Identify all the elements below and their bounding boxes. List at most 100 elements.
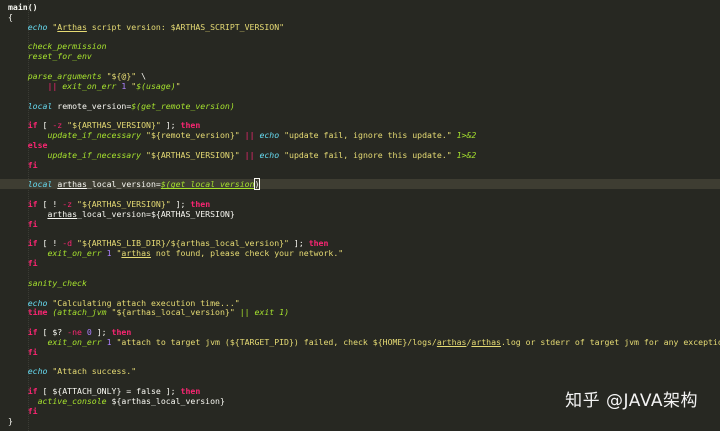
code-editor[interactable]: main(){ echo "Arthas script version: $AR…: [0, 0, 720, 431]
code-line[interactable]: check_permission: [0, 41, 720, 51]
code-line[interactable]: local remote_version=$(get_remote_versio…: [0, 101, 720, 111]
code-token: echo: [259, 130, 280, 141]
code-line[interactable]: [0, 91, 720, 101]
code-token: [ $?: [37, 327, 68, 338]
code-token: ": [47, 21, 58, 32]
code-line[interactable]: fi: [0, 258, 720, 268]
code-token: exit_on_err: [47, 248, 102, 259]
code-line[interactable]: update_if_necessary "${ARTHAS_VERSION}" …: [0, 150, 720, 160]
code-line[interactable]: update_if_necessary "${remote_version}" …: [0, 130, 720, 140]
code-line[interactable]: if [ ! -d "${ARTHAS_LIB_DIR}/${arthas_lo…: [0, 238, 720, 248]
code-token: -d: [62, 238, 73, 249]
code-token: $(get_remote_version): [131, 100, 235, 111]
code-token: else: [27, 139, 48, 150]
code-line[interactable]: main(): [0, 2, 720, 12]
code-token: || exit 1): [239, 307, 290, 318]
code-token: then: [180, 386, 201, 397]
code-token: }: [8, 415, 13, 426]
code-token: echo: [27, 21, 48, 32]
code-token: echo: [27, 297, 48, 308]
code-token: "update fail, ignore this update.": [279, 130, 452, 141]
code-token: then: [111, 327, 132, 338]
code-line[interactable]: if [ $? -ne 0 ]; then: [0, 327, 720, 337]
code-token: fi: [27, 258, 38, 269]
code-line[interactable]: echo "Attach success.": [0, 366, 720, 376]
code-token: ||: [47, 80, 58, 91]
code-token: active_console: [37, 396, 107, 406]
code-token: echo: [259, 149, 280, 160]
code-line[interactable]: reset_for_env: [0, 51, 720, 61]
code-token: [: [37, 120, 53, 131]
code-line[interactable]: [0, 169, 720, 179]
code-line[interactable]: [0, 376, 720, 386]
code-token: echo: [27, 366, 48, 377]
code-token: "${ARTHAS_VERSION}": [72, 199, 171, 209]
code-line[interactable]: [0, 288, 720, 298]
code-token: -z: [52, 120, 63, 131]
code-line[interactable]: sanity_check: [0, 278, 720, 288]
code-line[interactable]: }: [0, 416, 720, 426]
code-line[interactable]: [0, 32, 720, 42]
code-line[interactable]: [0, 268, 720, 278]
code-line[interactable]: fi: [0, 347, 720, 357]
code-line[interactable]: echo "Calculating attach execution time.…: [0, 298, 720, 308]
code-token: arthas: [436, 336, 467, 347]
code-token: 1: [101, 248, 112, 259]
code-line[interactable]: [0, 110, 720, 120]
code-line[interactable]: [0, 61, 720, 71]
code-token: then: [180, 120, 201, 131]
code-token: "Calculating attach execution time...": [47, 297, 240, 308]
code-token: sanity_check: [27, 277, 87, 288]
code-line[interactable]: exit_on_err 1 "attach to target jvm (${T…: [0, 337, 720, 347]
code-line[interactable]: if [ -z "${ARTHAS_VERSION}" ]; then: [0, 120, 720, 130]
code-line[interactable]: parse_arguments "${@}" \: [0, 71, 720, 81]
code-token: ): [253, 178, 261, 191]
code-token: 0: [81, 327, 92, 338]
code-token: fi: [27, 159, 38, 170]
code-line[interactable]: [0, 357, 720, 367]
code-line[interactable]: [0, 189, 720, 199]
code-line[interactable]: fi: [0, 219, 720, 229]
code-token: if: [27, 199, 38, 209]
code-line[interactable]: fi: [0, 160, 720, 170]
code-line[interactable]: [0, 317, 720, 327]
code-line[interactable]: {: [0, 12, 720, 22]
code-token: exit_on_err: [47, 336, 102, 347]
code-token: "${ARTHAS_VERSION}": [62, 120, 161, 131]
code-token: ];: [288, 238, 309, 249]
code-line[interactable]: [0, 229, 720, 239]
code-token: local: [27, 100, 53, 111]
code-line[interactable]: if [ ! -z "${ARTHAS_VERSION}" ]; then: [0, 199, 720, 209]
code-token: (attach_jvm: [52, 307, 107, 318]
code-token: exit_on_err: [62, 80, 117, 91]
code-token: if: [27, 120, 38, 131]
code-line[interactable]: exit_on_err 1 "arthas not found, please …: [0, 248, 720, 258]
code-token: _local_version=${ARTHAS_VERSION}: [77, 208, 235, 219]
code-token: "${ARTHAS_VERSION}": [141, 149, 240, 160]
code-token: "attach to target jvm (${TARGET_PID}) fa…: [111, 336, 437, 347]
watermark-text: 知乎 @JAVA架构: [565, 391, 698, 411]
code-token: if: [27, 327, 38, 338]
code-line[interactable]: arthas_local_version=${ARTHAS_VERSION}: [0, 209, 720, 219]
code-line[interactable]: time (attach_jvm "${arthas_local_version…: [0, 307, 720, 317]
code-line[interactable]: || exit_on_err 1 "$(usage)": [0, 81, 720, 91]
code-token: ${arthas_local_version}: [106, 396, 225, 406]
code-line[interactable]: local arthas_local_version=$(get_local_v…: [0, 178, 720, 191]
code-line[interactable]: echo "Arthas script version: $ARTHAS_SCR…: [0, 22, 720, 32]
code-token: "${remote_version}": [141, 130, 240, 141]
code-token: \: [136, 70, 147, 81]
code-line[interactable]: else: [0, 140, 720, 150]
